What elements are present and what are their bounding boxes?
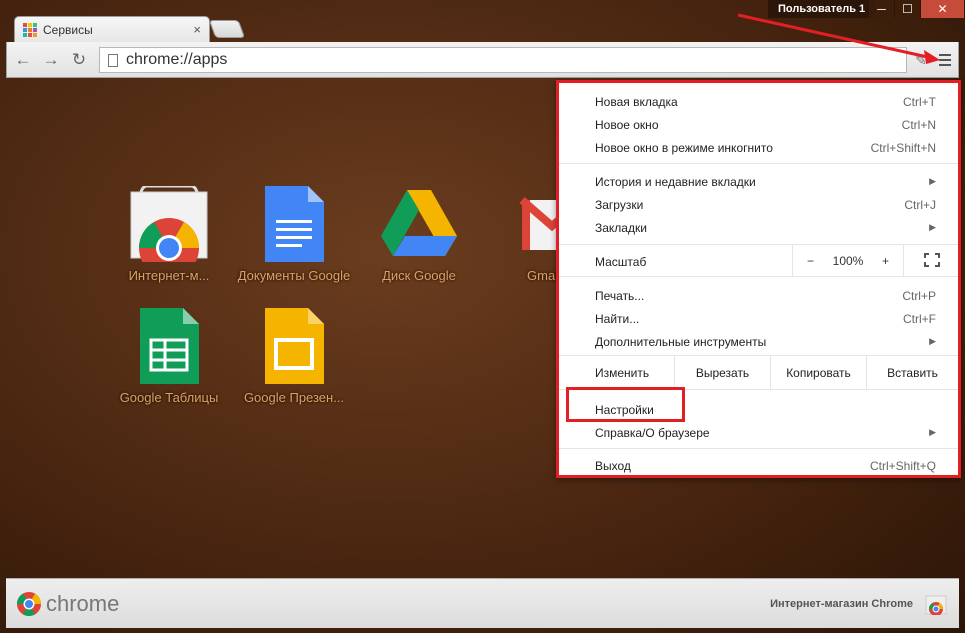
chrome-menu-button[interactable] <box>936 51 954 69</box>
menu-separator <box>559 448 958 449</box>
menu-find[interactable]: Найти... Ctrl+F <box>559 307 958 330</box>
google-drive-icon <box>379 186 459 262</box>
tab-close-icon[interactable]: × <box>193 22 201 37</box>
maximize-button[interactable]: ☐ <box>894 0 920 18</box>
app-webstore[interactable]: Интернет-м... <box>109 184 229 283</box>
zoom-label: Масштаб <box>595 255 647 269</box>
menu-new-window[interactable]: Новое окно Ctrl+N <box>559 113 958 136</box>
app-label: Диск Google <box>382 268 456 283</box>
fullscreen-icon[interactable] <box>924 253 940 267</box>
submenu-arrow-icon: ▶ <box>929 176 936 186</box>
chrome-logo: chrome <box>16 591 119 617</box>
edit-row: Изменить Вырезать Копировать Вставить <box>559 355 958 390</box>
shortcut: Ctrl+Shift+N <box>870 140 936 155</box>
app-slides[interactable]: Google Презен... <box>234 308 354 405</box>
shortcut: Ctrl+N <box>901 117 936 132</box>
browser-toolbar: ← → ↻ chrome://apps ✎ <box>6 42 959 78</box>
apps-grid-icon <box>23 22 37 37</box>
submenu-arrow-icon: ▶ <box>929 336 936 346</box>
zoom-control: − 100% + <box>792 245 904 276</box>
edit-label: Изменить <box>595 365 650 380</box>
menu-downloads[interactable]: Загрузки Ctrl+J <box>559 193 958 216</box>
menu-item-label: Печать... <box>595 288 645 303</box>
menu-item-label: Справка/О браузере <box>595 425 710 440</box>
user-badge[interactable]: Пользователь 1 <box>768 0 876 18</box>
menu-help[interactable]: Справка/О браузере ▶ <box>559 421 958 444</box>
webstore-link[interactable]: Интернет-магазин Chrome <box>770 598 913 610</box>
app-docs[interactable]: Документы Google <box>234 186 354 283</box>
back-arrow-icon[interactable]: ← <box>13 50 33 70</box>
app-sheets[interactable]: Google Таблицы <box>109 308 229 405</box>
extension-icon[interactable]: ✎ <box>912 51 930 69</box>
menu-history[interactable]: История и недавние вкладки ▶ <box>559 170 958 193</box>
menu-item-label: Загрузки <box>595 197 644 212</box>
address-text: chrome://apps <box>126 51 228 68</box>
menu-more-tools[interactable]: Дополнительные инструменты ▶ <box>559 330 958 353</box>
app-label: Документы Google <box>237 268 351 283</box>
app-label: Google Презен... <box>243 390 345 405</box>
address-bar[interactable]: chrome://apps <box>99 47 907 73</box>
menu-new-tab[interactable]: Новая вкладка Ctrl+T <box>559 90 958 113</box>
close-button[interactable]: ✕ <box>920 0 964 18</box>
webstore-icon <box>129 184 209 278</box>
chrome-logo-icon <box>16 592 41 617</box>
menu-item-label: История и недавние вкладки <box>595 174 756 189</box>
menu-item-label: Выход <box>595 458 631 473</box>
menu-item-label: Найти... <box>595 311 640 326</box>
shortcut: Ctrl+Shift+Q <box>869 458 936 473</box>
menu-item-label: Новая вкладка <box>595 94 678 109</box>
forward-arrow-icon[interactable]: → <box>41 50 61 70</box>
menu-item-label: Новое окно в режиме инкогнито <box>595 140 773 155</box>
menu-incognito[interactable]: Новое окно в режиме инкогнито Ctrl+Shift… <box>559 136 958 159</box>
cut-button[interactable]: Вырезать <box>674 356 770 389</box>
bottom-bar: chrome Интернет-магазин Chrome <box>6 578 959 628</box>
shortcut: Ctrl+P <box>902 288 936 303</box>
new-tab-button[interactable] <box>208 20 246 38</box>
zoom-out-button[interactable]: − <box>807 254 814 268</box>
webstore-small-icon[interactable] <box>925 593 947 616</box>
shortcut: Ctrl+J <box>904 197 936 212</box>
tab-services[interactable]: Сервисы × <box>14 16 210 42</box>
submenu-arrow-icon: ▶ <box>929 222 936 232</box>
google-docs-icon <box>254 186 334 262</box>
tab-title: Сервисы <box>43 22 93 37</box>
copy-button[interactable]: Копировать <box>770 356 866 389</box>
app-label: Интернет-м... <box>128 268 210 283</box>
zoom-row: Масштаб − 100% + <box>559 244 958 277</box>
settings-highlight <box>566 387 685 422</box>
page-icon <box>108 53 118 67</box>
menu-separator <box>559 163 958 164</box>
menu-item-label: Дополнительные инструменты <box>595 334 767 349</box>
menu-print[interactable]: Печать... Ctrl+P <box>559 284 958 307</box>
minimize-button[interactable]: ─ <box>868 0 894 18</box>
reload-icon[interactable]: ↻ <box>69 50 89 70</box>
menu-item-label: Закладки <box>595 220 647 235</box>
chrome-logo-text: chrome <box>46 591 120 616</box>
app-label: Google Таблицы <box>119 390 219 405</box>
google-slides-icon <box>254 308 334 384</box>
menu-exit[interactable]: Выход Ctrl+Shift+Q <box>559 454 958 477</box>
shortcut: Ctrl+T <box>903 94 936 109</box>
menu-item-label: Новое окно <box>595 117 659 132</box>
zoom-value: 100% <box>832 253 864 268</box>
app-drive[interactable]: Диск Google <box>359 186 479 283</box>
paste-button[interactable]: Вставить <box>866 356 958 389</box>
shortcut: Ctrl+F <box>903 311 936 326</box>
zoom-in-button[interactable]: + <box>882 254 889 268</box>
google-sheets-icon <box>129 308 209 384</box>
submenu-arrow-icon: ▶ <box>929 427 936 437</box>
menu-bookmarks[interactable]: Закладки ▶ <box>559 216 958 239</box>
title-bar: Сервисы × Пользователь 1 ─ ☐ ✕ <box>0 0 965 42</box>
